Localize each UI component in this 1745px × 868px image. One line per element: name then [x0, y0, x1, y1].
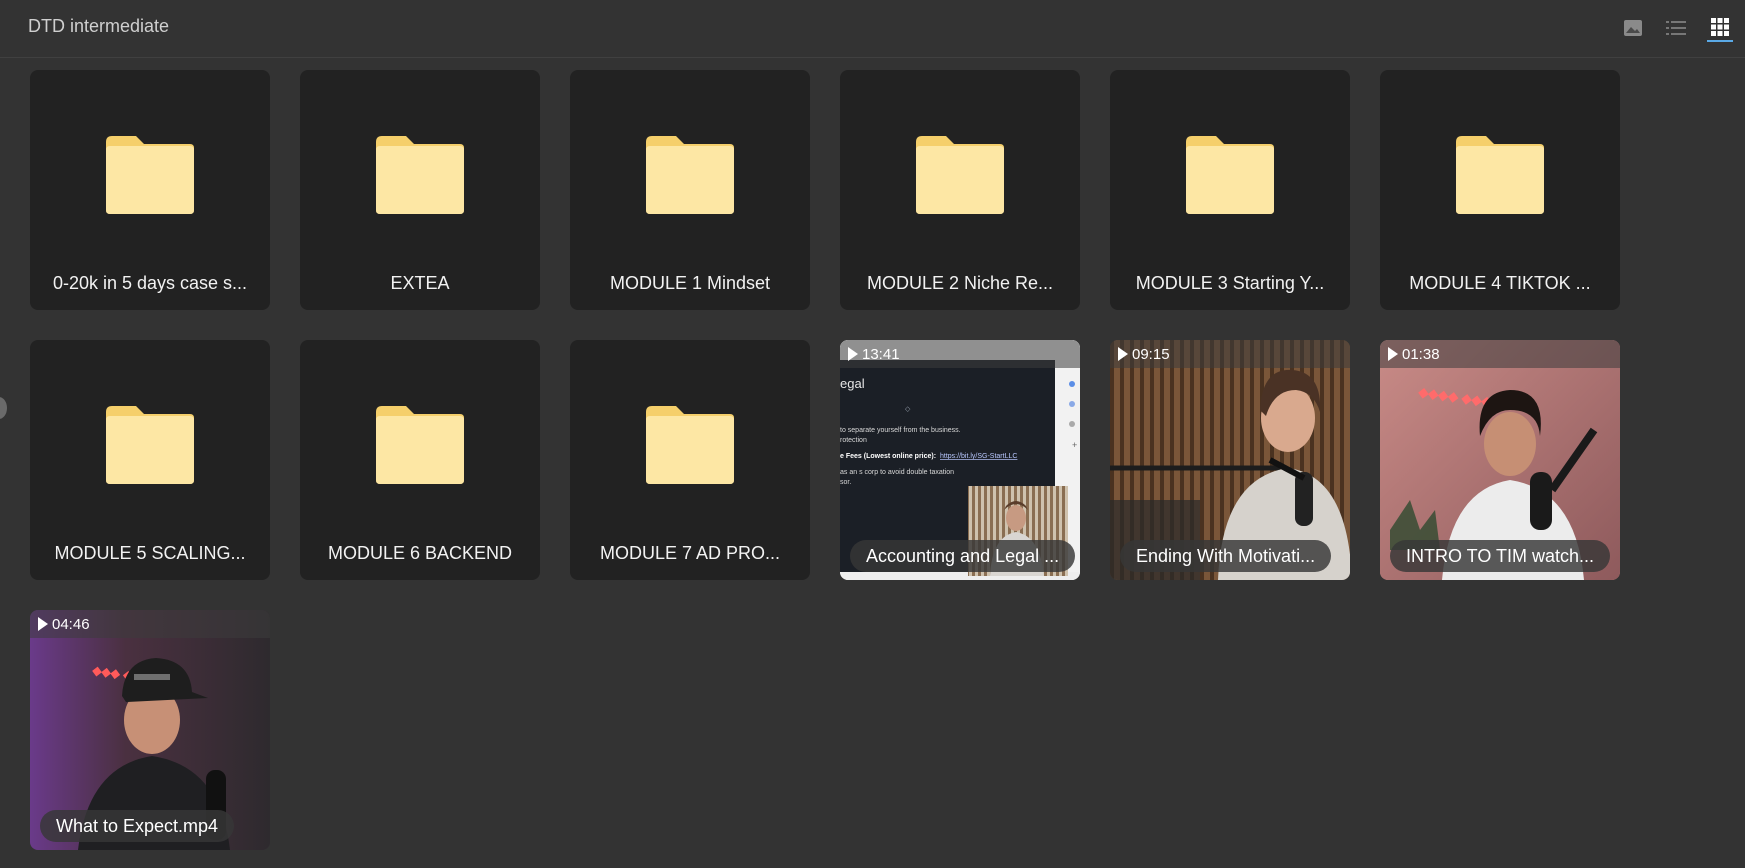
thumb-line: as an s corp to avoid double taxation	[840, 469, 954, 476]
video-label: Accounting and Legal ...	[850, 540, 1076, 572]
video-duration: 13:41	[848, 345, 900, 363]
duration-text: 01:38	[1402, 345, 1440, 363]
duration-text: 13:41	[862, 345, 900, 363]
folder-label: EXTEA	[390, 273, 450, 293]
video-duration: 09:15	[1118, 345, 1170, 363]
video-info-bar: 09:15	[1110, 340, 1350, 368]
folder-tile[interactable]: MODULE 3 Starting Y...	[1110, 70, 1350, 310]
folder-tile[interactable]: MODULE 7 AD PRO...	[570, 340, 810, 580]
play-icon	[38, 617, 48, 631]
video-label: Ending With Motivati...	[1120, 540, 1332, 572]
video-tile[interactable]: + ◇ egal to separate yourself from the b…	[840, 340, 1080, 580]
toolbar: DTD intermediate	[0, 0, 1745, 58]
folder-label: MODULE 7 AD PRO...	[599, 543, 781, 563]
folder-label: 0-20k in 5 days case s...	[52, 273, 248, 293]
folder-icon	[1186, 136, 1274, 214]
video-info-bar: 13:41	[840, 340, 1080, 368]
thumb-heading: egal	[840, 376, 865, 391]
folder-icon	[1456, 136, 1544, 214]
folder-tile[interactable]: MODULE 6 BACKEND	[300, 340, 540, 580]
folder-tile[interactable]: EXTEA	[300, 70, 540, 310]
video-tile[interactable]: 09:15 Ending With Motivati...	[1110, 340, 1350, 580]
play-icon	[1118, 347, 1128, 361]
folder-icon	[916, 136, 1004, 214]
page-title: DTD intermediate	[28, 16, 170, 36]
grid-view-button[interactable]	[1707, 14, 1733, 42]
folder-tile[interactable]: MODULE 2 Niche Re...	[840, 70, 1080, 310]
video-tile[interactable]: ◆◆◆ ◆◆◆◆◆ 04:46 What to Expect.mp4	[30, 610, 270, 850]
folder-icon	[106, 406, 194, 484]
folder-label: MODULE 5 SCALING...	[54, 543, 246, 563]
folder-tile[interactable]: MODULE 1 Mindset	[570, 70, 810, 310]
play-icon	[848, 347, 858, 361]
list-icon	[1666, 21, 1686, 35]
folder-tile[interactable]: MODULE 4 TIKTOK ...	[1380, 70, 1620, 310]
folder-icon	[376, 136, 464, 214]
duration-text: 04:46	[52, 615, 90, 633]
svg-text:+: +	[1072, 440, 1077, 450]
folder-label: MODULE 3 Starting Y...	[1135, 273, 1325, 293]
video-label: What to Expect.mp4	[40, 810, 235, 842]
list-view-button[interactable]	[1663, 14, 1689, 42]
folder-icon	[376, 406, 464, 484]
thumb-line: to separate yourself from the business.	[840, 427, 961, 434]
folder-icon	[106, 136, 194, 214]
video-tile[interactable]: ◆◆◆◆ ◆◆◆ 01:38 INTRO TO TIM watch...	[1380, 340, 1620, 580]
sidebar-toggle-handle[interactable]	[0, 397, 7, 419]
video-info-bar: 01:38	[1380, 340, 1620, 368]
thumb-line: e Fees (Lowest online price):	[840, 453, 936, 460]
grid-icon	[1711, 18, 1729, 36]
video-duration: 04:46	[38, 615, 90, 633]
svg-text:◇: ◇	[905, 406, 911, 413]
folder-icon	[646, 136, 734, 214]
image-view-button[interactable]	[1620, 14, 1646, 42]
video-info-bar: 04:46	[30, 610, 270, 638]
video-duration: 01:38	[1388, 345, 1440, 363]
folder-label: MODULE 6 BACKEND	[327, 543, 513, 563]
folder-label: MODULE 1 Mindset	[609, 273, 771, 293]
image-icon	[1624, 20, 1642, 36]
thumb-line: sor.	[840, 479, 851, 486]
thumb-line: rotection	[840, 437, 867, 444]
folder-label: MODULE 2 Niche Re...	[866, 273, 1054, 293]
video-label: INTRO TO TIM watch...	[1390, 540, 1611, 572]
folder-tile[interactable]: MODULE 5 SCALING...	[30, 340, 270, 580]
thumb-link: https://bit.ly/SG-StartLLC	[940, 453, 1017, 460]
play-icon	[1388, 347, 1398, 361]
folder-icon	[646, 406, 734, 484]
folder-tile[interactable]: 0-20k in 5 days case s...	[30, 70, 270, 310]
duration-text: 09:15	[1132, 345, 1170, 363]
folder-label: MODULE 4 TIKTOK ...	[1409, 273, 1591, 293]
